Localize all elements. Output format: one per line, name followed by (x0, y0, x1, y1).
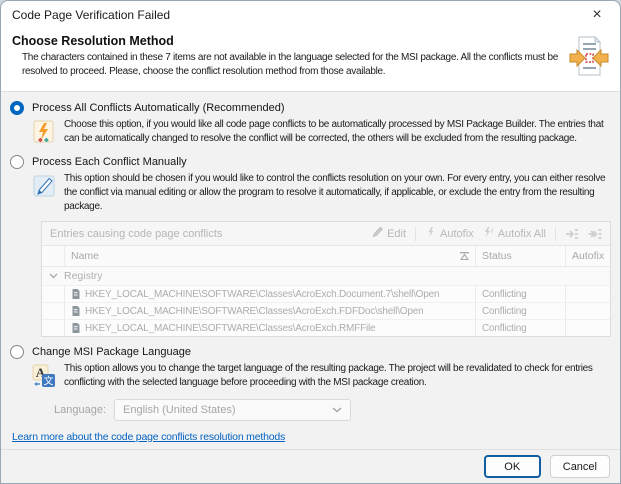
autofix-icon (425, 226, 437, 241)
expand-column-header (42, 246, 64, 266)
group-label: Registry (64, 270, 103, 282)
footer-button-bar: OK Cancel (1, 449, 620, 483)
option-label: Process All Conflicts Automatically (Rec… (32, 102, 284, 114)
edit-button[interactable]: Edit (370, 225, 408, 242)
dialog-header: Choose Resolution Method The characters … (1, 29, 620, 92)
edit-pencil-icon (31, 173, 57, 202)
option-process-each-manually[interactable]: Process Each Conflict Manually (10, 155, 611, 169)
autofix-value (565, 286, 610, 302)
column-header-name[interactable]: Name (64, 246, 475, 266)
table-row[interactable]: HKEY_LOCAL_MACHINE\SOFTWARE\Classes\Acro… (42, 285, 610, 302)
table-row[interactable]: HKEY_LOCAL_MACHINE\SOFTWARE\Classes\Acro… (42, 319, 610, 336)
registry-key-icon (71, 305, 81, 317)
sort-ascending-icon (459, 251, 470, 261)
conflicts-panel-title: Entries causing code page conflicts (50, 228, 222, 240)
status-value: Conflicting (475, 303, 565, 319)
svg-text:文: 文 (44, 375, 54, 388)
dialog-body: Process All Conflicts Automatically (Rec… (1, 92, 620, 449)
edit-pencil-icon (372, 226, 384, 241)
option-label: Process Each Conflict Manually (32, 156, 187, 168)
cancel-button[interactable]: Cancel (550, 455, 610, 478)
option-2-description-block: This option should be chosen if you woul… (31, 172, 607, 214)
table-row[interactable]: HKEY_LOCAL_MACHINE\SOFTWARE\Classes\Acro… (42, 302, 610, 319)
learn-more-link[interactable]: Learn more about the code page conflicts… (12, 431, 285, 443)
autofix-all-icon (483, 226, 495, 241)
language-label: Language: (54, 404, 106, 416)
exclude-entry-icon[interactable] (563, 227, 581, 241)
table-header: Name Status Autofix (42, 246, 610, 267)
registry-path: HKEY_LOCAL_MACHINE\SOFTWARE\Classes\Acro… (85, 323, 375, 334)
chevron-down-icon[interactable] (42, 273, 64, 279)
option-label: Change MSI Package Language (32, 346, 191, 358)
option-process-all-automatically[interactable]: Process All Conflicts Automatically (Rec… (10, 101, 611, 115)
option-change-msi-language[interactable]: Change MSI Package Language (10, 345, 611, 359)
column-header-status[interactable]: Status (475, 246, 565, 266)
page-title: Choose Resolution Method (12, 34, 566, 48)
translate-language-icon: A 文 (31, 363, 57, 392)
column-header-autofix[interactable]: Autofix (565, 246, 610, 266)
language-selected-value: English (United States) (123, 404, 236, 416)
radio-change-msi-language[interactable] (10, 345, 24, 359)
registry-path: HKEY_LOCAL_MACHINE\SOFTWARE\Classes\Acro… (85, 306, 423, 317)
close-icon[interactable]: × (574, 1, 620, 29)
autofix-value (565, 303, 610, 319)
chevron-down-icon (332, 407, 342, 413)
titlebar: Code Page Verification Failed × (1, 1, 620, 29)
code-page-verification-dialog: Code Page Verification Failed × Choose R… (0, 0, 621, 484)
autofix-button[interactable]: Autofix (423, 225, 476, 242)
toolbar-separator (555, 227, 556, 241)
option-1-description-block: Choose this option, if you would like al… (31, 118, 607, 148)
header-description: The characters contained in these 7 item… (22, 51, 562, 79)
language-dropdown[interactable]: English (United States) (114, 399, 351, 421)
conflicts-toolbar: Edit Autofix Autofix All (370, 225, 604, 242)
status-value: Conflicting (475, 286, 565, 302)
autofix-lightning-icon (31, 119, 57, 148)
radio-process-each-manually[interactable] (10, 155, 24, 169)
ok-button[interactable]: OK (484, 455, 541, 478)
group-row-registry[interactable]: Registry (42, 267, 610, 285)
conflicts-panel-header: Entries causing code page conflicts Edit (42, 222, 610, 246)
conflicts-panel: Entries causing code page conflicts Edit (41, 221, 611, 337)
option-description: Choose this option, if you would like al… (64, 118, 607, 146)
option-description: This option allows you to change the tar… (64, 362, 607, 390)
language-row: Language: English (United States) (54, 399, 611, 421)
option-description: This option should be chosen if you woul… (64, 172, 607, 214)
toolbar-separator (415, 227, 416, 241)
autofix-all-button[interactable]: Autofix All (481, 225, 548, 242)
status-value: Conflicting (475, 320, 565, 336)
registry-key-icon (71, 322, 81, 334)
code-page-conflict-icon (569, 34, 609, 83)
registry-key-icon (71, 288, 81, 300)
registry-path: HKEY_LOCAL_MACHINE\SOFTWARE\Classes\Acro… (85, 289, 439, 300)
exclude-all-icon[interactable] (586, 227, 604, 241)
window-title: Code Page Verification Failed (12, 8, 170, 22)
radio-process-all-automatically[interactable] (10, 101, 24, 115)
autofix-value (565, 320, 610, 336)
option-3-description-block: A 文 This option allows you to change the… (31, 362, 607, 392)
